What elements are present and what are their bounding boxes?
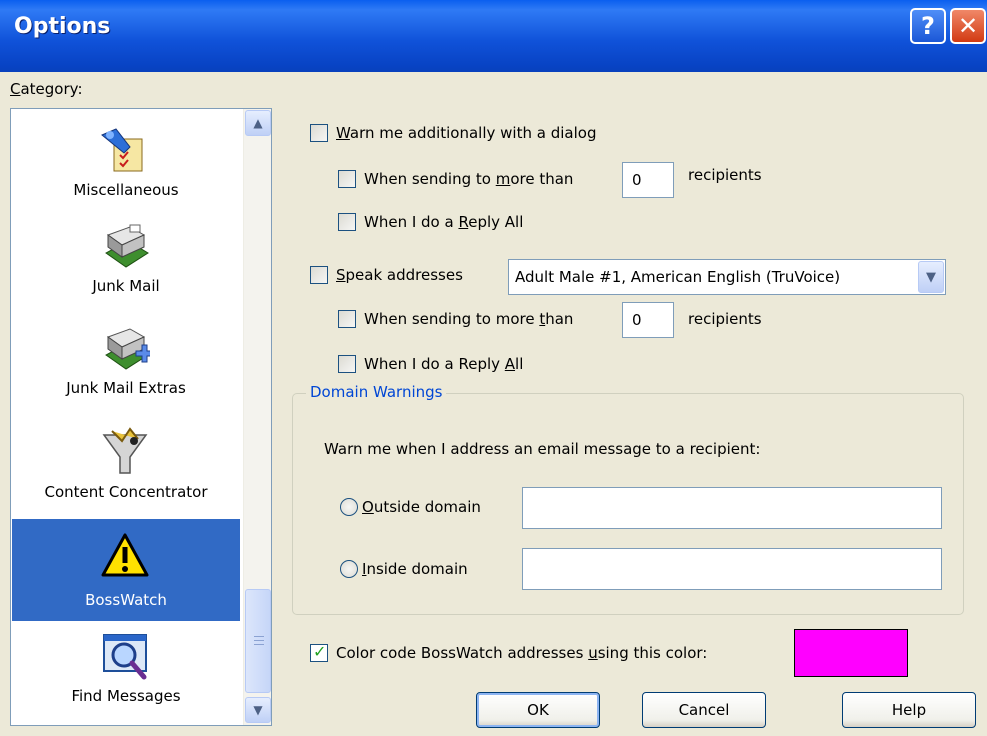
title-bar: Options ? ✕ <box>0 0 987 82</box>
color-code-key: u <box>588 644 598 662</box>
color-code-pre: Color code BossWatch addresses <box>336 644 589 662</box>
warn-more-than-key: m <box>495 170 511 188</box>
category-item-find-messages[interactable]: Find Messages <box>12 621 240 723</box>
close-button[interactable]: ✕ <box>950 8 986 44</box>
speak-more-than-label: When sending to more than <box>364 310 573 328</box>
chevron-up-icon: ▲ <box>253 116 263 130</box>
checkmark-icon: ✓ <box>313 642 327 661</box>
help-button[interactable]: Help <box>842 692 976 728</box>
color-code-checkbox[interactable]: ✓ <box>310 642 328 662</box>
funnel-icon <box>102 427 148 474</box>
help-title-button[interactable]: ? <box>910 8 946 44</box>
outside-domain-text: utside domain <box>373 498 481 516</box>
inside-domain-label: Inside domain <box>362 560 468 578</box>
speak-more-than-pre: When sending to more <box>364 310 540 328</box>
scroll-down-button[interactable]: ▼ <box>245 697 271 723</box>
warn-reply-all-pre: When I do a <box>364 213 459 231</box>
domain-warnings-prompt: Warn me when I address an email message … <box>324 440 761 458</box>
warn-dialog-key: W <box>336 124 350 142</box>
warn-reply-all-checkbox[interactable] <box>338 213 356 231</box>
outside-domain-radio[interactable] <box>340 498 358 516</box>
category-item-junk-mail-extras[interactable]: Junk Mail Extras <box>12 315 240 417</box>
warn-more-than-pre: When sending to <box>364 170 496 188</box>
category-item-content-concentrator[interactable]: Content Concentrator <box>12 417 240 519</box>
chevron-down-icon: ▼ <box>926 269 936 285</box>
category-item-label: Content Concentrator <box>44 483 208 501</box>
warn-more-than-checkbox[interactable] <box>338 170 356 188</box>
category-item-miscellaneous[interactable]: Miscellaneous <box>12 111 240 213</box>
speak-recipients-count-input[interactable]: 0 <box>622 302 674 338</box>
scroll-thumb[interactable] <box>245 589 271 693</box>
category-list[interactable]: Miscellaneous Junk Mail Junk Mail Extras <box>10 108 272 726</box>
speak-addresses-key: S <box>336 266 346 284</box>
domain-warnings-title: Domain Warnings <box>306 383 447 401</box>
ok-button[interactable]: OK <box>476 692 600 728</box>
voice-dropdown-button[interactable]: ▼ <box>918 261 944 293</box>
color-swatch-button[interactable] <box>794 629 908 677</box>
scroll-up-button[interactable]: ▲ <box>245 110 271 136</box>
speak-addresses-label: Speak addresses <box>336 266 463 284</box>
grip-line <box>254 636 264 637</box>
category-label: Category: <box>10 80 83 98</box>
warn-reply-all-key: R <box>458 213 469 231</box>
outside-domain-label: Outside domain <box>362 498 481 516</box>
warn-dialog-text: arn me additionally with a dialog <box>349 124 597 142</box>
inside-domain-radio[interactable] <box>340 560 358 578</box>
speak-reply-all-post: ll <box>515 355 524 373</box>
speak-addresses-text: peak addresses <box>345 266 463 284</box>
category-item-label: Junk Mail <box>92 277 160 295</box>
speak-reply-all-pre: When I do a Reply <box>364 355 505 373</box>
warning-icon <box>101 533 149 577</box>
warn-recipients-count-input[interactable]: 0 <box>622 162 674 198</box>
speak-reply-all-checkbox[interactable] <box>338 355 356 373</box>
warn-more-than-post: ore than <box>510 170 574 188</box>
window-title: Options <box>14 14 111 39</box>
close-icon: ✕ <box>957 12 979 40</box>
chevron-down-icon: ▼ <box>253 703 263 717</box>
category-item-label: Miscellaneous <box>73 181 179 199</box>
inside-domain-input[interactable] <box>522 548 942 590</box>
grip-line <box>254 644 264 645</box>
inside-domain-text: nside domain <box>366 560 468 578</box>
warn-recipients-suffix: recipients <box>688 166 762 184</box>
category-item-junk-mail[interactable]: Junk Mail <box>12 213 240 315</box>
category-item-label: BossWatch <box>85 591 167 609</box>
category-label-rest: ategory: <box>20 80 83 98</box>
speak-more-than-checkbox[interactable] <box>338 310 356 328</box>
speak-reply-all-label: When I do a Reply All <box>364 355 523 373</box>
category-item-bosswatch[interactable]: BossWatch <box>12 519 240 621</box>
category-item-label: Find Messages <box>71 687 181 705</box>
cancel-button[interactable]: Cancel <box>642 692 766 728</box>
speak-recipients-suffix: recipients <box>688 310 762 328</box>
category-scrollbar[interactable]: ▲ ▼ <box>243 109 271 725</box>
color-code-post: sing this color: <box>597 644 708 662</box>
color-code-label: Color code BossWatch addresses using thi… <box>336 644 707 662</box>
magnifier-icon <box>103 634 147 680</box>
speak-more-than-post: han <box>545 310 574 328</box>
warn-dialog-label: Warn me additionally with a dialog <box>336 124 596 142</box>
category-item-label: Junk Mail Extras <box>66 379 186 397</box>
outside-domain-key: O <box>362 498 374 516</box>
grip-line <box>254 640 264 641</box>
speak-addresses-checkbox[interactable] <box>310 266 328 284</box>
warn-dialog-checkbox[interactable] <box>310 124 328 142</box>
warn-more-than-label: When sending to more than <box>364 170 573 188</box>
junk-mail-icon <box>105 224 149 268</box>
warn-reply-all-post: eply All <box>468 213 524 231</box>
category-label-key: C <box>10 80 21 98</box>
speak-reply-all-key: A <box>504 355 516 373</box>
junk-mail-extras-icon <box>105 328 150 370</box>
warn-reply-all-label: When I do a Reply All <box>364 213 523 231</box>
outside-domain-input[interactable] <box>522 487 942 529</box>
voice-select[interactable]: Adult Male #1, American English (TruVoic… <box>508 259 946 295</box>
miscellaneous-icon <box>101 128 143 172</box>
voice-select-value: Adult Male #1, American English (TruVoic… <box>515 268 841 286</box>
